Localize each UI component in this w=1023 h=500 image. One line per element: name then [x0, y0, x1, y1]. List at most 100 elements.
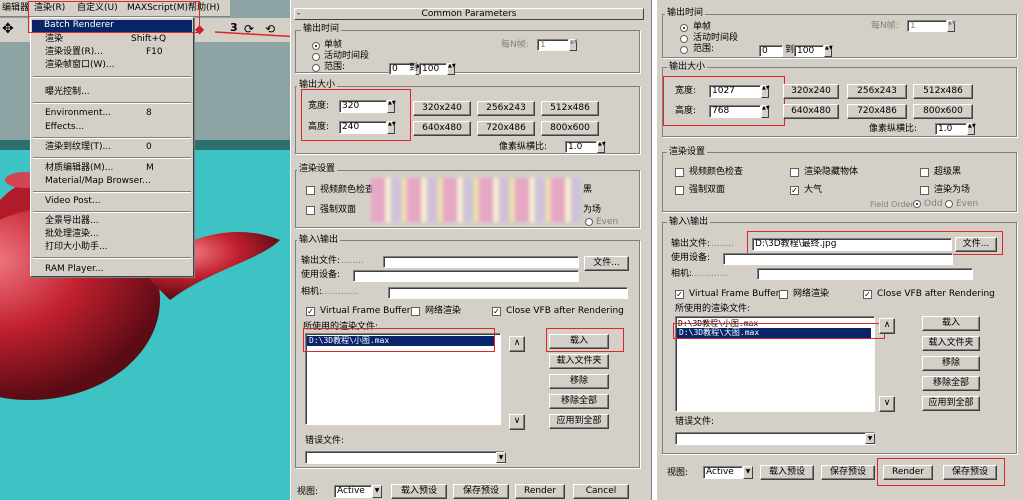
- super-black-label: 超级黑: [934, 167, 962, 177]
- force-2sided-checkbox[interactable]: [675, 186, 684, 195]
- error-file-dropdown-icon[interactable]: ▼: [865, 433, 875, 444]
- use-device-field[interactable]: [353, 270, 579, 282]
- save-preset-button[interactable]: 保存预设: [453, 484, 509, 499]
- move-up-button[interactable]: ∧: [879, 318, 895, 334]
- move-up-button[interactable]: ∧: [509, 336, 525, 352]
- height-spinner[interactable]: ▲▼: [387, 121, 396, 134]
- preset-256x243[interactable]: 256x243: [477, 101, 535, 116]
- output-file-path[interactable]: [383, 256, 579, 268]
- load-folder-button[interactable]: 载入文件夹: [549, 354, 609, 369]
- error-file-dropdown-icon[interactable]: ▼: [496, 452, 506, 463]
- camera-field[interactable]: [757, 268, 973, 280]
- preset-720x486[interactable]: 720x486: [477, 121, 535, 136]
- range-to-spinner[interactable]: ▲▼: [447, 63, 456, 75]
- render-hidden-checkbox[interactable]: [790, 168, 799, 177]
- preset-720x486[interactable]: 720x486: [847, 104, 907, 119]
- remove-button[interactable]: 移除: [549, 374, 609, 389]
- range-from-field[interactable]: 0: [759, 45, 783, 57]
- preset-512x486[interactable]: 512x486: [913, 84, 973, 99]
- vfb-checkbox[interactable]: ✓: [306, 307, 315, 316]
- video-check-checkbox[interactable]: [306, 186, 315, 195]
- close-vfb-checkbox[interactable]: ✓: [863, 290, 872, 299]
- range-to-label: 到: [409, 63, 419, 73]
- view-dropdown-icon[interactable]: ▼: [372, 485, 382, 498]
- render-button[interactable]: Render: [883, 465, 933, 480]
- net-render-checkbox[interactable]: [779, 290, 788, 299]
- view-select[interactable]: Active: [334, 485, 372, 498]
- output-file-button[interactable]: 文件...: [584, 256, 629, 271]
- width-spinner[interactable]: ▲▼: [761, 85, 770, 98]
- preset-512x486[interactable]: 512x486: [541, 101, 599, 116]
- use-device-field[interactable]: [723, 253, 953, 265]
- vfb-checkbox[interactable]: ✓: [675, 290, 684, 299]
- apply-all-button[interactable]: 应用到全部: [922, 396, 980, 411]
- width-spinner[interactable]: ▲▼: [387, 100, 396, 113]
- render-file-item-selected[interactable]: D:\3D教程\大图.max: [677, 328, 871, 338]
- pixel-aspect-spinner[interactable]: ▲▼: [967, 123, 976, 135]
- cancel-button[interactable]: Cancel: [573, 484, 629, 499]
- pixel-aspect-field[interactable]: 1.0: [935, 123, 967, 135]
- radio-active-segment[interactable]: [312, 53, 320, 61]
- error-file-select[interactable]: [675, 432, 875, 445]
- camera-field[interactable]: [388, 287, 628, 299]
- view-dropdown-icon[interactable]: ▼: [743, 466, 753, 479]
- preset-640x480[interactable]: 640x480: [413, 121, 471, 136]
- output-file-button[interactable]: 文件...: [955, 237, 997, 252]
- width-field[interactable]: 1027: [709, 85, 761, 98]
- height-spinner[interactable]: ▲▼: [761, 105, 770, 118]
- preset-800x600[interactable]: 800x600: [541, 121, 599, 136]
- load-button[interactable]: 载入: [922, 316, 980, 331]
- remove-all-button[interactable]: 移除全部: [549, 394, 609, 409]
- radio-single-frame[interactable]: [312, 42, 320, 50]
- load-preset-button[interactable]: 载入预设: [760, 465, 814, 480]
- super-black-checkbox[interactable]: [920, 168, 929, 177]
- remove-all-button[interactable]: 移除全部: [922, 376, 980, 391]
- vfb-label: Virtual Frame Buffer: [689, 289, 780, 299]
- video-check-checkbox[interactable]: [675, 168, 684, 177]
- height-field[interactable]: 768: [709, 105, 761, 118]
- rollout-header[interactable]: - Common Parameters: [294, 8, 644, 20]
- radio-range[interactable]: [312, 64, 320, 72]
- radio-single-frame[interactable]: [680, 24, 688, 32]
- preset-640x480[interactable]: 640x480: [783, 104, 839, 119]
- load-folder-button[interactable]: 载入文件夹: [922, 336, 980, 351]
- range-to-field[interactable]: 100: [794, 45, 824, 57]
- move-down-button[interactable]: ∨: [879, 396, 895, 412]
- remove-button[interactable]: 移除: [922, 356, 980, 371]
- pixel-aspect-spinner[interactable]: ▲▼: [597, 141, 606, 153]
- radio-active-segment[interactable]: [680, 35, 688, 43]
- load-preset-button[interactable]: 载入预设: [391, 484, 447, 499]
- apply-all-button[interactable]: 应用到全部: [549, 414, 609, 429]
- error-file-select[interactable]: [305, 451, 505, 464]
- render-button[interactable]: Render: [515, 484, 565, 499]
- range-to-field[interactable]: 100: [419, 63, 447, 75]
- preset-256x243[interactable]: 256x243: [847, 84, 907, 99]
- render-fields-tail: 为场: [583, 205, 602, 215]
- move-down-button[interactable]: ∨: [509, 414, 525, 430]
- preset-320x240[interactable]: 320x240: [783, 84, 839, 99]
- render-file-item[interactable]: D:\3D教程\小图.max: [307, 336, 495, 346]
- render-file-list[interactable]: [305, 333, 501, 425]
- output-size-title: 输出大小: [667, 62, 708, 73]
- preset-800x600[interactable]: 800x600: [913, 104, 973, 119]
- atmosphere-checkbox[interactable]: ✓: [790, 186, 799, 195]
- height-field[interactable]: 240: [339, 121, 387, 134]
- view-label: 视图:: [297, 487, 319, 497]
- render-fields-checkbox[interactable]: [920, 186, 929, 195]
- radio-range[interactable]: [680, 46, 688, 54]
- view-select[interactable]: Active: [703, 466, 743, 479]
- preset-320x240[interactable]: 320x240: [413, 101, 471, 116]
- cancel-button[interactable]: 保存预设: [943, 465, 997, 480]
- render-setup-right: 输出时间 单帧 活动时间段 范围: 0 到 100 ▲▼ 每N帧: 1 ▲▼ 输…: [657, 0, 1023, 500]
- net-render-checkbox[interactable]: [411, 307, 420, 316]
- save-preset-button[interactable]: 保存预设: [821, 465, 875, 480]
- load-button[interactable]: 载入: [549, 334, 609, 349]
- height-label: 高度:: [308, 122, 330, 132]
- output-file-path[interactable]: D:\3D教程\最终.jpg: [752, 238, 952, 251]
- every-nth-spinner: ▲▼: [947, 20, 956, 32]
- range-to-spinner[interactable]: ▲▼: [824, 45, 833, 57]
- close-vfb-checkbox[interactable]: ✓: [492, 307, 501, 316]
- force-2sided-checkbox[interactable]: [306, 206, 315, 215]
- pixel-aspect-field[interactable]: 1.0: [565, 141, 597, 153]
- width-field[interactable]: 320: [339, 100, 387, 113]
